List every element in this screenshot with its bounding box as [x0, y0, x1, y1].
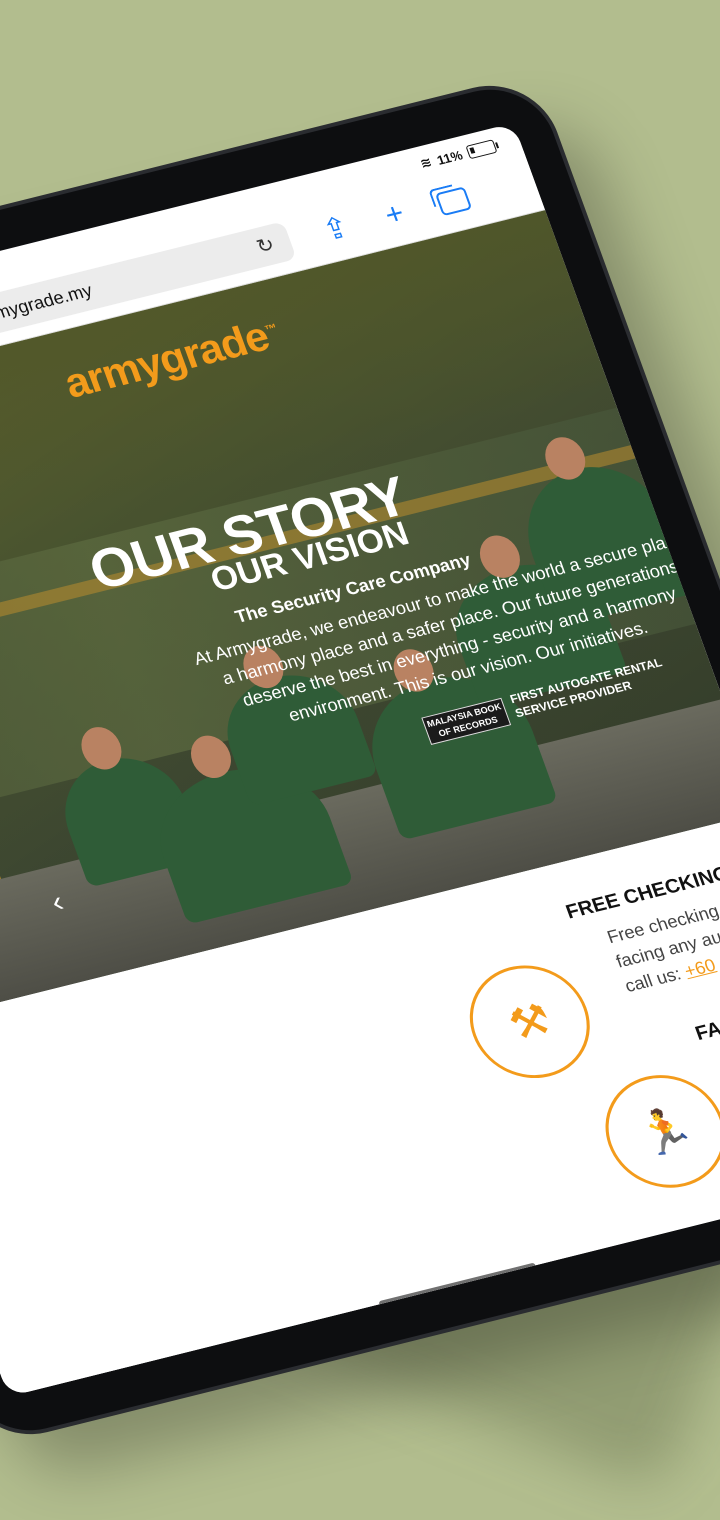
url-text: armygrade.my: [0, 279, 95, 327]
share-icon[interactable]: ⇪: [314, 209, 359, 249]
wifi-icon: ≋: [418, 154, 434, 171]
tablet-wrap: ≋ 11% armygrade.my ↻ ⇪ + armygrade™ OUR …: [0, 76, 720, 1444]
tabs-icon[interactable]: [431, 180, 476, 220]
phone-link[interactable]: +60: [682, 955, 719, 981]
battery-percent: 11%: [434, 147, 465, 168]
battery-icon: [465, 139, 498, 160]
new-tab-icon[interactable]: +: [372, 195, 417, 235]
wrench-icon: ⚒: [453, 953, 607, 1091]
reload-icon[interactable]: ↻: [251, 233, 280, 259]
home-indicator: [378, 1262, 537, 1308]
running-person-icon: 🏃: [589, 1062, 720, 1201]
tablet-screen: ≋ 11% armygrade.my ↻ ⇪ + armygrade™ OUR …: [0, 122, 720, 1397]
feature-title-fast: FAST: [692, 1011, 720, 1045]
tablet-device: ≋ 11% armygrade.my ↻ ⇪ + armygrade™ OUR …: [0, 76, 720, 1444]
scene: ≋ 11% armygrade.my ↻ ⇪ + armygrade™ OUR …: [0, 0, 720, 1520]
